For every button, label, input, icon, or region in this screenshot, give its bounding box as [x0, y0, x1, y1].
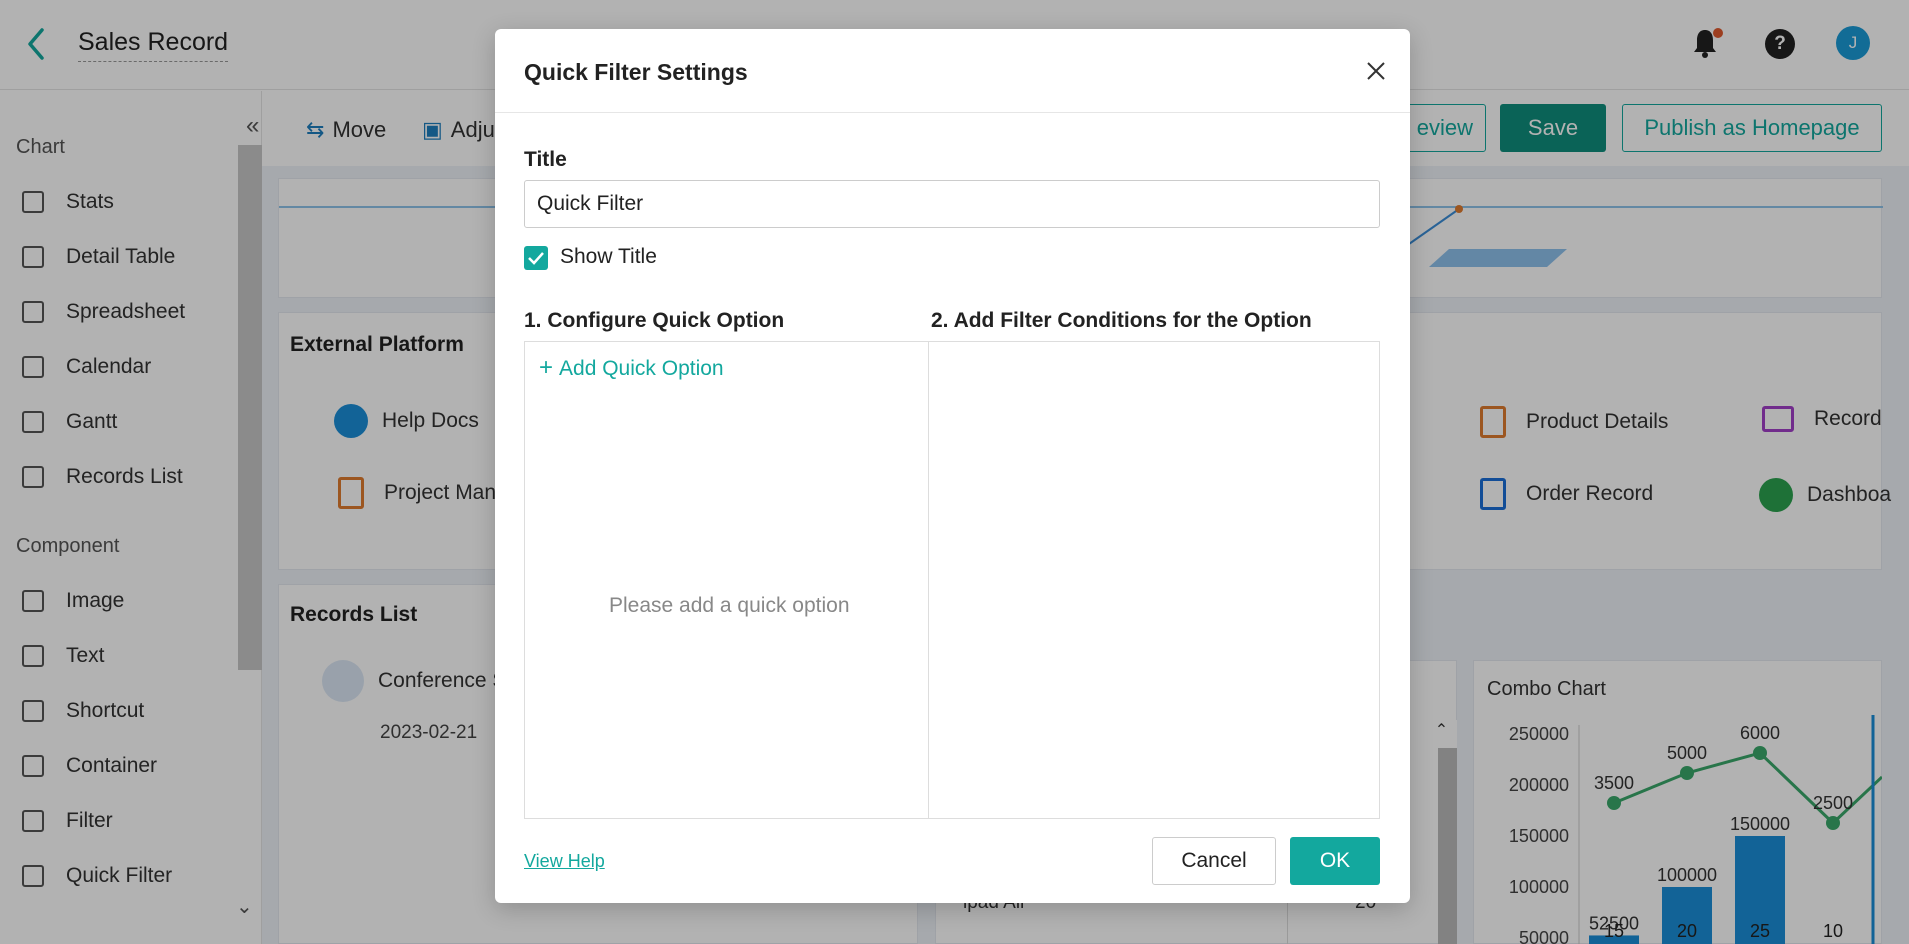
options-panel [524, 341, 1380, 819]
view-help-link[interactable]: View Help [524, 851, 605, 872]
show-title-checkbox[interactable] [524, 246, 548, 270]
add-quick-option-button[interactable]: + Add Quick Option [539, 354, 724, 382]
empty-options-text: Please add a quick option [609, 594, 850, 617]
quick-filter-dialog: Quick Filter Settings Title Show Title 1… [495, 29, 1410, 903]
ok-button[interactable]: OK [1290, 837, 1380, 885]
checkmark-icon [528, 252, 544, 265]
plus-icon: + [539, 354, 554, 381]
title-label: Title [524, 148, 567, 171]
dialog-title: Quick Filter Settings [524, 59, 748, 85]
show-title-label[interactable]: Show Title [560, 245, 657, 269]
filter-conditions-header: 2. Add Filter Conditions for the Option [931, 309, 1312, 332]
configure-option-header: 1. Configure Quick Option [524, 309, 785, 332]
title-input[interactable] [524, 180, 1380, 228]
close-icon[interactable] [1364, 59, 1388, 83]
cancel-button[interactable]: Cancel [1152, 837, 1276, 885]
